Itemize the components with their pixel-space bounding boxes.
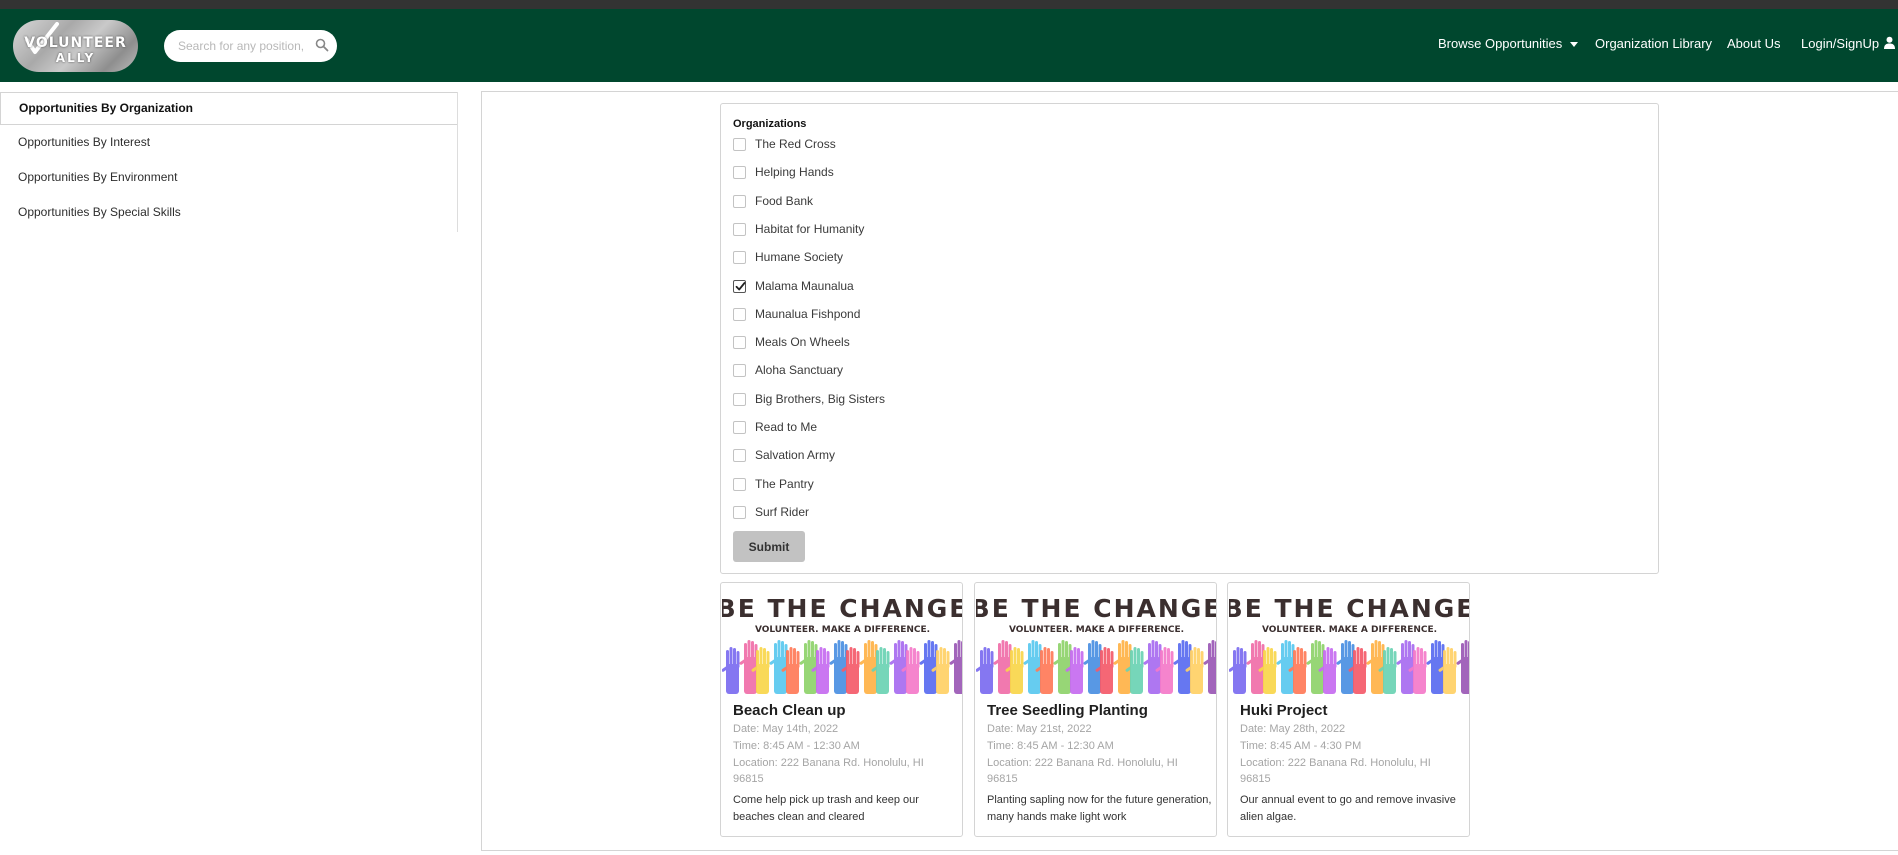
organization-option-label: Meals On Wheels: [755, 335, 850, 350]
checkbox[interactable]: [733, 138, 746, 151]
organization-option-label: Humane Society: [755, 250, 844, 265]
opportunity-description: Planting sapling now for the future gene…: [987, 794, 1212, 823]
checkbox[interactable]: [733, 336, 746, 350]
opportunity-card[interactable]: BE THE CHANGE VOLUNTEER. MAKE A DIFFERENC…: [720, 582, 963, 837]
sidebar-item-label: Opportunities By Special Skills: [18, 205, 181, 219]
search-icon[interactable]: [315, 38, 329, 52]
sidebar-item-label: Opportunities By Organization: [19, 101, 194, 115]
volunteer-ally-logo[interactable]: VOLUNTEER ALLY: [13, 20, 138, 72]
organization-option-label: Big Brothers, Big Sisters: [755, 391, 886, 406]
nav-about-us[interactable]: About Us: [1727, 36, 1780, 51]
caret-down-icon: [1570, 42, 1579, 48]
be-the-change-banner: BE THE CHANGE VOLUNTEER. MAKE A DIFFERENC…: [976, 584, 1217, 694]
opportunity-date: Date: May 14th, 2022: [733, 723, 839, 735]
sidebar: Opportunities By Organization Opportunit…: [0, 92, 458, 232]
opportunity-title[interactable]: Beach Clean up: [733, 702, 846, 719]
submit-button[interactable]: Submit: [733, 531, 805, 562]
navbar: VOLUNTEER ALLY Browse Opportunities Orga…: [0, 9, 1898, 82]
be-the-change-banner: BE THE CHANGE VOLUNTEER. MAKE A DIFFERENC…: [722, 584, 963, 694]
opportunity-location: Location: 222 Banana Rd. Honolulu, HI 96…: [1240, 757, 1431, 785]
banner-headline: BE THE CHANGE: [1229, 594, 1470, 623]
sidebar-item-environment[interactable]: Opportunities By Environment: [0, 160, 457, 195]
opportunity-time: Time: 8:45 AM - 12:30 AM: [987, 740, 1114, 752]
checkbox[interactable]: [733, 222, 746, 236]
nav-organization-library-label: Organization Library: [1595, 36, 1713, 51]
opportunity-time: Time: 8:45 AM - 4:30 PM: [1240, 740, 1362, 752]
checkbox[interactable]: [733, 364, 746, 378]
checkbox[interactable]: [733, 421, 746, 434]
checkbox[interactable]: [733, 307, 746, 321]
banner-headline: BE THE CHANGE: [976, 594, 1217, 623]
organization-option-label: The Red Cross: [755, 137, 836, 151]
opportunity-time: Time: 8:45 AM - 12:30 AM: [733, 740, 860, 752]
organization-option-label: Helping Hands: [755, 165, 834, 180]
checkbox[interactable]: [733, 477, 746, 491]
organization-option-label: Maunalua Fishpond: [755, 306, 861, 321]
opportunity-title[interactable]: Tree Seedling Planting: [987, 702, 1148, 719]
nav-organization-library[interactable]: Organization Library: [1595, 36, 1712, 51]
checkmark-icon: [735, 281, 746, 290]
checkbox[interactable]: [733, 505, 746, 519]
banner-tagline: VOLUNTEER. MAKE A DIFFERENCE.: [1262, 625, 1437, 635]
organization-option-label: Salvation Army: [755, 448, 836, 463]
be-the-change-banner: BE THE CHANGE VOLUNTEER. MAKE A DIFFERENC…: [1229, 584, 1470, 694]
banner-tagline: VOLUNTEER. MAKE A DIFFERENCE.: [755, 625, 930, 635]
nav-browse-label: Browse Opportunities: [1438, 36, 1563, 51]
logo-text-line2: ALLY: [55, 51, 96, 65]
nav-about-us-label: About Us: [1727, 36, 1781, 51]
search-box: [164, 30, 337, 62]
nav-login-label: Login/SignUp: [1801, 36, 1880, 51]
nav-browse-opportunities[interactable]: Browse Opportunities: [1438, 36, 1579, 51]
opportunity-location: Location: 222 Banana Rd. Honolulu, HI 96…: [733, 757, 924, 785]
filter-title: Organizations: [733, 118, 807, 130]
opportunity-card[interactable]: BE THE CHANGE VOLUNTEER. MAKE A DIFFERENC…: [974, 582, 1217, 837]
opportunity-description: Our annual event to go and remove invasi…: [1240, 794, 1456, 823]
checkbox[interactable]: [733, 194, 746, 208]
checkbox[interactable]: [733, 251, 746, 265]
checkbox[interactable]: [733, 166, 746, 180]
organization-option-label: The Pantry: [755, 476, 814, 491]
banner-headline: BE THE CHANGE: [722, 594, 963, 623]
sidebar-item-interest[interactable]: Opportunities By Interest: [0, 125, 457, 160]
organization-filter: Organizations The Red Cross Helping Hands…: [720, 103, 1659, 574]
checkbox[interactable]: [733, 449, 746, 463]
opportunity-card[interactable]: BE THE CHANGE VOLUNTEER. MAKE A DIFFERENC…: [1227, 582, 1470, 837]
organization-option-label: Read to Me: [755, 420, 818, 434]
organization-option-label: Surf Rider: [755, 504, 810, 519]
organization-option-label: Habitat for Humanity: [755, 221, 865, 236]
logo-text-line1: VOLUNTEER: [24, 35, 127, 51]
organization-option-label: Malama Maunalua: [755, 278, 854, 293]
search-input[interactable]: [176, 36, 306, 56]
opportunity-date: Date: May 21st, 2022: [987, 723, 1092, 735]
sidebar-item-label: Opportunities By Interest: [18, 135, 151, 149]
opportunity-title[interactable]: Huki Project: [1240, 702, 1328, 719]
organization-option-label: Food Bank: [755, 193, 814, 208]
sidebar-item-special-skills[interactable]: Opportunities By Special Skills: [0, 195, 457, 230]
sidebar-item-organization[interactable]: Opportunities By Organization: [0, 92, 457, 125]
sidebar-item-label: Opportunities By Environment: [18, 170, 178, 184]
organization-option-label: Aloha Sanctuary: [755, 363, 844, 378]
checkbox[interactable]: [733, 392, 746, 406]
opportunity-location: Location: 222 Banana Rd. Honolulu, HI 96…: [987, 757, 1178, 785]
opportunity-date: Date: May 28th, 2022: [1240, 723, 1346, 735]
opportunity-description: Come help pick up trash and keep our bea…: [733, 794, 919, 823]
user-icon: [1883, 36, 1895, 49]
banner-tagline: VOLUNTEER. MAKE A DIFFERENCE.: [1009, 625, 1184, 635]
browser-top-strip: [0, 0, 1898, 9]
checkbox-checked[interactable]: [733, 279, 746, 293]
nav-login-signup[interactable]: Login/SignUp: [1801, 36, 1896, 51]
